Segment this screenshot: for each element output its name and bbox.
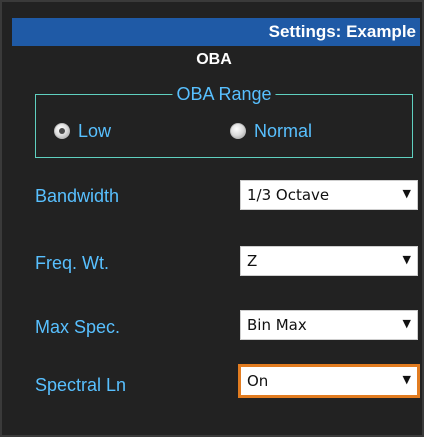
radio-normal-label: Normal [254,121,313,141]
section-title: OBA [196,51,232,68]
radio-normal[interactable]: Normal [230,117,312,145]
triangle-down-icon: ▼ [402,187,411,200]
triangle-down-icon: ▼ [402,373,411,386]
triangle-down-icon: ▼ [402,317,411,330]
oba-range-legend: OBA Range [172,82,276,106]
spectral-ln-label: Spectral Ln [35,375,127,395]
title-bar: Settings: Example [12,18,420,46]
radio-low[interactable]: Low [54,117,111,145]
settings-panel: Settings: Example OBA OBA Range Low Norm… [0,0,424,437]
bandwidth-value: 1/3 Octave [247,186,330,204]
freq-wt-label: Freq. Wt. [35,253,110,273]
oba-range-group: OBA Range Low Normal [35,82,413,158]
max-spec-value: Bin Max [247,316,307,334]
spectral-ln-select[interactable]: On ▼ [238,364,420,398]
freq-wt-select[interactable]: Z ▼ [240,246,418,276]
spectral-ln-value: On [247,372,269,390]
radio-button-icon[interactable] [230,123,246,139]
max-spec-label: Max Spec. [35,317,121,337]
radio-low-label: Low [78,121,112,141]
triangle-down-icon: ▼ [402,253,411,266]
bandwidth-select[interactable]: 1/3 Octave ▼ [240,180,418,210]
bandwidth-label: Bandwidth [35,186,120,206]
freq-wt-value: Z [247,252,258,270]
window-title: Settings: Example [268,22,416,41]
radio-button-icon[interactable] [54,123,70,139]
max-spec-select[interactable]: Bin Max ▼ [240,310,418,340]
